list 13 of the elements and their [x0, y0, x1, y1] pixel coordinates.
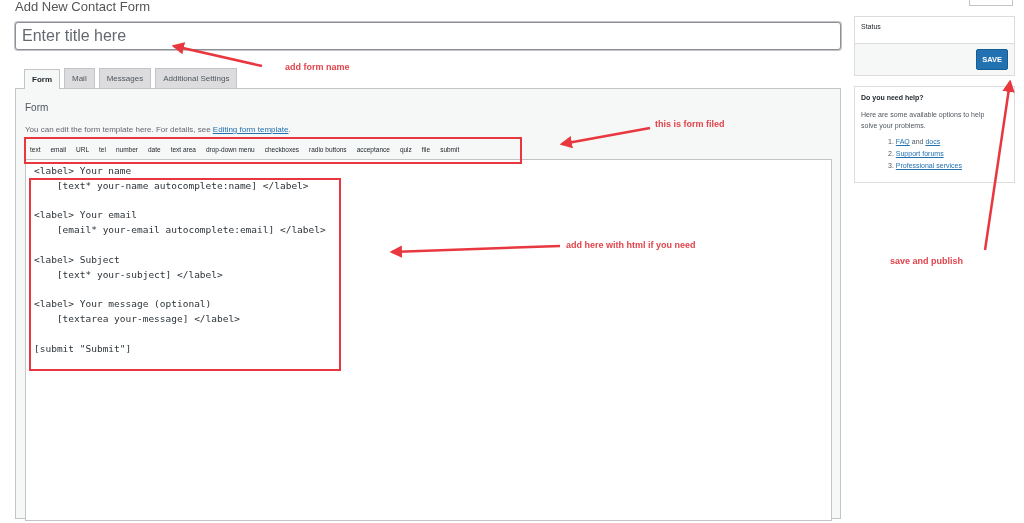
tab[interactable]: Messages [98, 68, 152, 88]
panel-description: You can edit the form template here. For details, see Editing form template. [25, 125, 292, 134]
tab[interactable]: Form [24, 69, 60, 89]
annotation-note: add form name [285, 62, 350, 72]
screen-options-tab[interactable] [969, 0, 1013, 6]
panel-heading: Form [25, 102, 50, 113]
title-field[interactable]: Enter title here [15, 22, 841, 50]
tab[interactable]: Mail [64, 68, 95, 88]
page-title: Add New Contact Form [15, 0, 152, 16]
tab[interactable]: Additional Settings [155, 68, 238, 88]
annotation-note: this is form filed [655, 119, 725, 129]
annotation-note: add here with html if you need [566, 240, 696, 250]
annotation-note: save and publish [890, 256, 964, 266]
